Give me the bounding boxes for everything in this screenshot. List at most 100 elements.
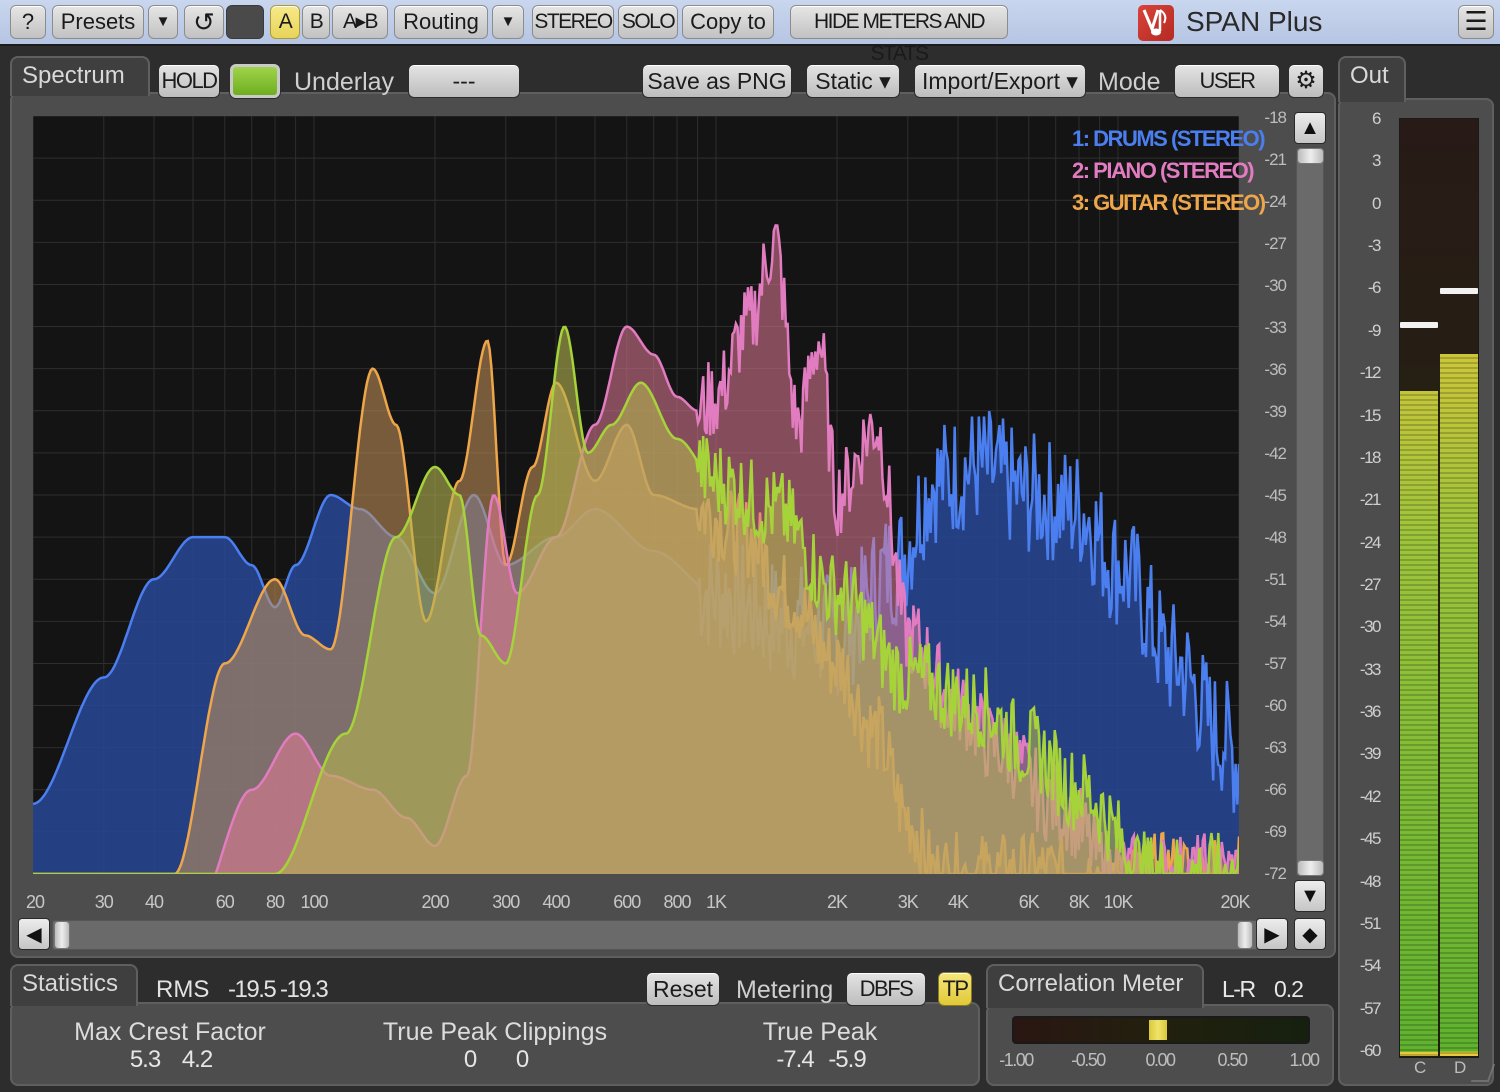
correlation-tab[interactable]: Correlation Meter <box>986 964 1204 1008</box>
scroll-left-button[interactable]: ◀ <box>18 918 50 950</box>
scroll-up-button[interactable]: ▲ <box>1294 112 1326 144</box>
x-tick-label: 40 <box>144 892 164 912</box>
spectrum-tab[interactable]: Spectrum <box>10 56 150 96</box>
meter-tick-label: -21 <box>1359 490 1382 510</box>
voxengo-logo-icon <box>1138 5 1174 41</box>
presets-dropdown-icon[interactable]: ▼ <box>148 5 178 39</box>
span-plus-window: ? Presets ▼ ↺ A B A▸B Routing ▼ STEREO S… <box>0 0 1500 1092</box>
hide-meters-button[interactable]: HIDE METERS AND STATS <box>790 5 1008 65</box>
static-dropdown[interactable]: Static ▾ <box>806 64 900 98</box>
x-tick-label: 30 <box>94 892 114 912</box>
y-tick-label: -39 <box>1264 402 1287 421</box>
x-tick-label: 3K <box>897 892 919 912</box>
spectrum-color-toggle[interactable] <box>230 64 280 98</box>
routing-button[interactable]: Routing <box>394 5 488 39</box>
y-tick-label: -36 <box>1264 360 1287 379</box>
meter-tick-label: -48 <box>1359 871 1382 891</box>
max-crest-right: 4.2 <box>181 1046 213 1073</box>
x-tick-label: 60 <box>215 892 235 912</box>
correlation-meter <box>1012 1016 1310 1044</box>
horizontal-scroll-handle-right[interactable] <box>1237 921 1253 949</box>
y-tick-label: -63 <box>1264 738 1287 757</box>
reset-button[interactable]: Reset <box>646 972 720 1006</box>
stereo-button[interactable]: STEREO <box>532 5 614 39</box>
metering-select[interactable]: DBFS <box>846 972 926 1006</box>
y-tick-label: -45 <box>1264 486 1287 505</box>
zoom-reset-button[interactable]: ◆ <box>1294 918 1326 950</box>
ab-slot-a-button[interactable]: A <box>270 5 300 39</box>
x-tick-label: 4K <box>947 892 969 912</box>
x-tick-label: 2K <box>826 892 848 912</box>
x-tick-label: 8K <box>1069 892 1090 912</box>
true-peak-clippings-right: 0 <box>515 1046 529 1073</box>
statistics-tab[interactable]: Statistics <box>10 964 138 1006</box>
meter-tick-label: 0 <box>1372 193 1381 213</box>
meter-tick-label: -24 <box>1359 532 1382 552</box>
x-tick-label: 100 <box>300 892 328 912</box>
copy-to-button[interactable]: Copy to <box>682 5 774 39</box>
underlay-select[interactable]: --- <box>408 64 520 98</box>
meter-tick-label: -60 <box>1359 1041 1382 1060</box>
meter-tick-label: -12 <box>1359 363 1382 383</box>
legend-item[interactable]: 3: GUITAR (STEREO) <box>1072 190 1266 216</box>
true-peak-toggle[interactable]: TP <box>938 972 972 1006</box>
y-tick-label: -30 <box>1264 276 1287 295</box>
x-tick-label: 20K <box>1220 892 1250 912</box>
legend-item[interactable]: 2: PIANO (STEREO) <box>1072 158 1255 184</box>
x-tick-label: 20 <box>25 892 45 912</box>
rms-label: RMS <box>156 976 210 1003</box>
legend-item[interactable]: 1: DRUMS (STEREO) <box>1072 126 1266 152</box>
x-tick-label: 600 <box>613 892 641 912</box>
ab-slot-b-button[interactable]: B <box>302 5 330 39</box>
spectrum-svg <box>33 116 1239 874</box>
correlation-value: 0.2 <box>1274 976 1304 1002</box>
x-tick-label: 800 <box>663 892 691 912</box>
y-tick-label: -18 <box>1264 108 1287 127</box>
vertical-scroll-handle-top[interactable] <box>1297 148 1324 164</box>
true-peak-label: True Peak <box>762 1018 878 1046</box>
undo-icon[interactable]: ↺ <box>184 5 224 39</box>
mode-select[interactable]: USER <box>1174 64 1280 98</box>
hold-button[interactable]: HOLD <box>158 64 220 98</box>
correlation-tick-label: 1.00 <box>1289 1050 1320 1070</box>
scroll-down-button[interactable]: ▼ <box>1294 880 1326 912</box>
save-as-png-button[interactable]: Save as PNG <box>642 64 792 98</box>
import-export-dropdown[interactable]: Import/Export ▾ <box>914 64 1086 98</box>
x-tick-label: 300 <box>492 892 520 912</box>
meter-tick-label: -18 <box>1359 447 1382 467</box>
gear-icon[interactable]: ⚙ <box>1288 64 1324 98</box>
out-tab[interactable]: Out <box>1338 56 1406 102</box>
meter-tick-label: -15 <box>1359 405 1382 425</box>
true-peak-right: -5.9 <box>828 1046 866 1073</box>
x-tick-label: 10K <box>1103 892 1133 912</box>
meter-tick-label: -27 <box>1359 575 1382 594</box>
presets-button[interactable]: Presets <box>52 5 144 39</box>
y-tick-label: -60 <box>1264 696 1287 715</box>
x-tick-label: 6K <box>1018 892 1040 912</box>
color-swatch-button[interactable] <box>226 5 264 39</box>
routing-dropdown-icon[interactable]: ▼ <box>492 5 524 39</box>
x-tick-label: 200 <box>421 892 449 912</box>
peak-hold-d <box>1440 288 1478 295</box>
spectrum-plot[interactable] <box>33 116 1239 874</box>
rms-value-left: -19.5 <box>228 976 277 1003</box>
scroll-right-button[interactable]: ▶ <box>1256 918 1288 950</box>
meter-tick-label: -57 <box>1359 998 1382 1018</box>
meter-tick-label: -9 <box>1367 320 1382 340</box>
correlation-pair-label: L-R <box>1222 976 1256 1002</box>
x-tick-label: 1K <box>705 892 727 912</box>
meter-tick-label: -54 <box>1359 956 1382 976</box>
solo-button[interactable]: SOLO <box>618 5 678 39</box>
horizontal-scrollbar[interactable] <box>52 920 1258 950</box>
meter-tick-label: -6 <box>1367 278 1382 298</box>
correlation-indicator <box>1149 1020 1167 1040</box>
vertical-scroll-handle-bottom[interactable] <box>1297 860 1324 876</box>
max-crest-label: Max Crest Factor <box>74 1018 266 1046</box>
horizontal-scroll-handle-left[interactable] <box>54 921 70 949</box>
ab-compare-button[interactable]: A▸B <box>332 5 388 39</box>
menu-icon[interactable]: ☰ <box>1458 5 1494 39</box>
meter-tick-label: -51 <box>1359 913 1382 933</box>
help-button[interactable]: ? <box>10 5 46 39</box>
vertical-scrollbar[interactable] <box>1296 148 1324 876</box>
y-tick-label: -66 <box>1264 780 1287 799</box>
